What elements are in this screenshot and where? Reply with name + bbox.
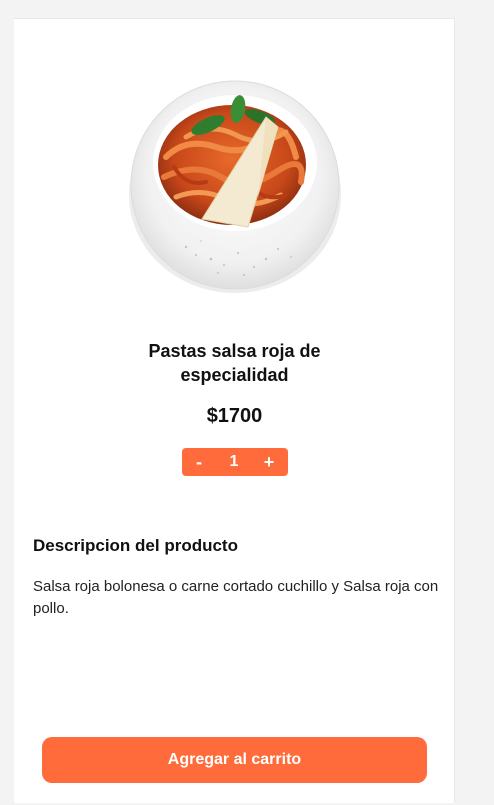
add-to-cart-button[interactable]: Agregar al carrito <box>42 737 427 783</box>
description-text: Salsa roja bolonesa o carne cortado cuch… <box>33 578 439 617</box>
pasta-dish-icon <box>129 80 341 293</box>
product-title-line-2: especialidad <box>180 365 289 385</box>
quantity-value: 1 <box>216 448 252 476</box>
product-title-line-1: Pastas salsa roja de <box>148 341 321 361</box>
product-card: Pastas salsa roja de especialidad $1700 … <box>14 18 455 803</box>
product-image <box>126 77 344 295</box>
increment-button[interactable]: + <box>252 448 286 476</box>
product-title: Pastas salsa roja de especialidad <box>14 339 455 387</box>
quantity-stepper: - 1 + <box>182 448 288 476</box>
description-heading: Descripcion del producto <box>33 536 238 555</box>
decrement-button[interactable]: - <box>182 448 216 476</box>
product-price: $1700 <box>206 405 263 427</box>
